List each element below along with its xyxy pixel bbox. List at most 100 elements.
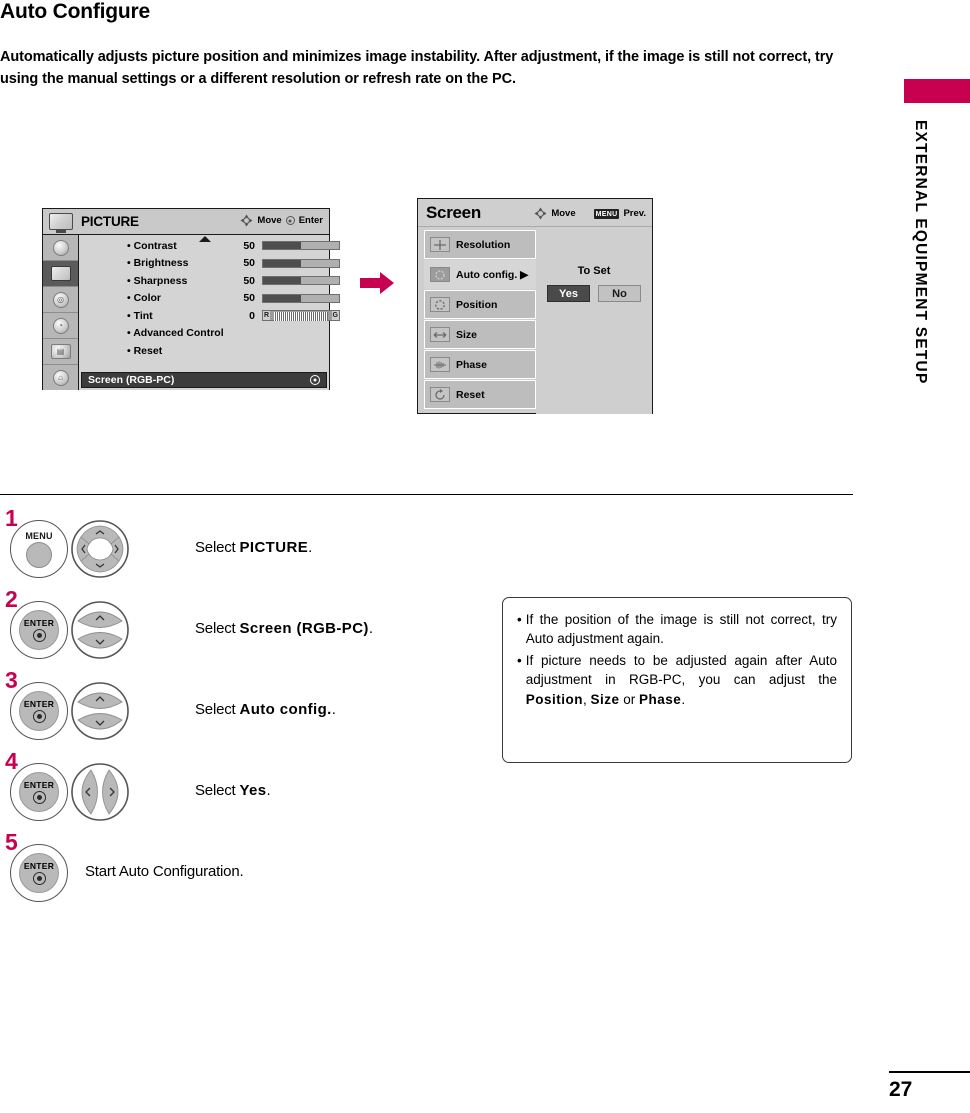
sidebar-icon-setup[interactable] (43, 235, 78, 261)
screen-osd-hints: Move MENU Prev. (534, 207, 646, 220)
picture-item-value: 50 (243, 239, 255, 252)
setup-icon (52, 239, 69, 256)
reset-icon (430, 387, 450, 402)
step-number: 5 (5, 829, 18, 855)
screen-item-resolution[interactable]: Resolution (424, 230, 536, 259)
step-number: 2 (5, 586, 18, 612)
dpad-4way[interactable] (71, 520, 129, 578)
dpad-leftright[interactable] (71, 763, 129, 821)
picture-osd-header: PICTURE Move Enter (43, 209, 329, 235)
sidebar-icon-option[interactable]: ▤ (43, 339, 78, 365)
note-item: • If the position of the image is still … (517, 610, 837, 648)
tint-red-mark: R (263, 311, 271, 320)
screen-item-auto-config[interactable]: Auto config. ▶ (424, 260, 536, 289)
enter-target-icon (32, 791, 46, 804)
screen-item-label: Reset (456, 388, 485, 401)
menu-button[interactable]: MENU (10, 520, 68, 578)
step-5: 5 ENTER Start Auto Configuration. (0, 829, 480, 915)
time-icon: ◔ (52, 317, 69, 334)
picture-item-advanced-control[interactable]: • Advanced Control (79, 325, 329, 343)
resolution-icon (430, 237, 450, 252)
sidebar-icon-time[interactable]: ◔ (43, 313, 78, 339)
picture-item-sharpness[interactable]: • Sharpness 50 (79, 272, 340, 290)
picture-item-value: 50 (243, 292, 255, 305)
step-4: 4 ENTER Select Yes. (0, 748, 480, 834)
enter-icon (310, 375, 320, 385)
picture-item-screen-rgb-pc[interactable]: Screen (RGB-PC) (81, 372, 327, 388)
picture-item-contrast[interactable]: • Contrast 50 (79, 237, 340, 255)
section-divider (0, 494, 853, 495)
sidebar-icon-picture[interactable] (43, 261, 78, 287)
screen-osd-title: Screen (426, 202, 481, 222)
picture-item-color[interactable]: • Color 50 (79, 290, 340, 308)
step-5-text: Start Auto Configuration. (85, 863, 244, 880)
screen-item-phase[interactable]: Phase (424, 350, 536, 379)
tint-green-mark: G (331, 311, 339, 320)
enter-target-icon (32, 872, 46, 885)
enter-button[interactable]: ENTER (10, 844, 68, 902)
picture-hint-move: Move (257, 215, 282, 226)
picture-item-label: • Reset (127, 344, 163, 357)
flow-arrow-icon (360, 272, 396, 294)
step-3-text: Select Auto config.. (195, 701, 336, 718)
to-set-label: To Set (577, 265, 611, 277)
screen-item-label: Size (456, 328, 478, 341)
picture-icon (50, 266, 71, 281)
step-number: 3 (5, 667, 18, 693)
picture-hint-enter: Enter (298, 215, 323, 226)
sidebar-icon-lock[interactable]: ⌂ (43, 365, 78, 390)
dpad-updown[interactable] (71, 601, 129, 659)
screen-item-label: Position (456, 298, 498, 311)
enter-button[interactable]: ENTER (10, 601, 68, 659)
note-item-text: If picture needs to be adjusted again af… (525, 653, 837, 707)
screen-osd-items: Resolution Auto config. ▶ Position Size … (418, 227, 536, 414)
size-icon (430, 327, 450, 342)
dpad-updown[interactable] (71, 682, 129, 740)
picture-item-slider[interactable] (262, 293, 340, 303)
screen-osd-header: Screen Move MENU Prev. (418, 199, 652, 227)
picture-osd-body: ◎ ◔ ▤ ⌂ • Contrast 50 • Brightness 50 • … (43, 235, 340, 390)
enter-button[interactable]: ENTER (10, 763, 68, 821)
enter-target-icon (32, 710, 46, 723)
picture-osd-sidebar: ◎ ◔ ▤ ⌂ (43, 235, 79, 390)
footer-rule (889, 1071, 970, 1073)
dpad-move-icon (534, 207, 547, 220)
picture-item-tint-slider[interactable]: R G (262, 310, 340, 321)
step-3: 3 ENTER Select Auto config.. (0, 667, 480, 753)
phase-icon (430, 357, 450, 372)
enter-button-label: ENTER (23, 618, 55, 628)
tv-icon (49, 213, 73, 230)
tint-ticks (274, 312, 328, 321)
enter-button-face: ENTER (19, 691, 59, 731)
screen-item-label: Resolution (456, 238, 511, 251)
sidebar-icon-audio[interactable]: ◎ (43, 287, 78, 313)
screen-item-label: Phase (456, 358, 487, 371)
page-number: 27 (889, 1078, 913, 1101)
picture-item-value: 0 (249, 309, 255, 322)
picture-item-label: • Sharpness (127, 274, 188, 287)
step-1: 1 MENU Select PICTURE. (0, 507, 480, 591)
enter-button-label: ENTER (23, 780, 55, 790)
picture-item-slider[interactable] (262, 276, 340, 285)
enter-button[interactable]: ENTER (10, 682, 68, 740)
picture-item-brightness[interactable]: • Brightness 50 (79, 255, 340, 273)
menu-key-icon: MENU (593, 208, 620, 219)
picture-item-slider[interactable] (262, 241, 340, 250)
yes-button[interactable]: Yes (547, 285, 590, 302)
enter-button-face: ENTER (19, 772, 59, 812)
bullet-icon: • (517, 653, 522, 669)
picture-item-slider[interactable] (262, 258, 340, 268)
screen-item-reset[interactable]: Reset (424, 380, 536, 409)
note-box: • If the position of the image is still … (502, 597, 852, 763)
dpad-move-icon (240, 214, 253, 227)
menu-button-label: MENU (25, 530, 53, 541)
screen-item-position[interactable]: Position (424, 290, 536, 319)
step-number: 4 (5, 748, 18, 774)
screen-rgb-pc-label: Screen (RGB-PC) (88, 374, 175, 386)
picture-item-tint[interactable]: • Tint 0 R G (79, 307, 340, 325)
screen-item-size[interactable]: Size (424, 320, 536, 349)
no-button[interactable]: No (598, 285, 641, 302)
picture-item-reset[interactable]: • Reset (79, 342, 329, 360)
step-4-text: Select Yes. (195, 782, 271, 799)
enter-button-face: ENTER (19, 610, 59, 650)
